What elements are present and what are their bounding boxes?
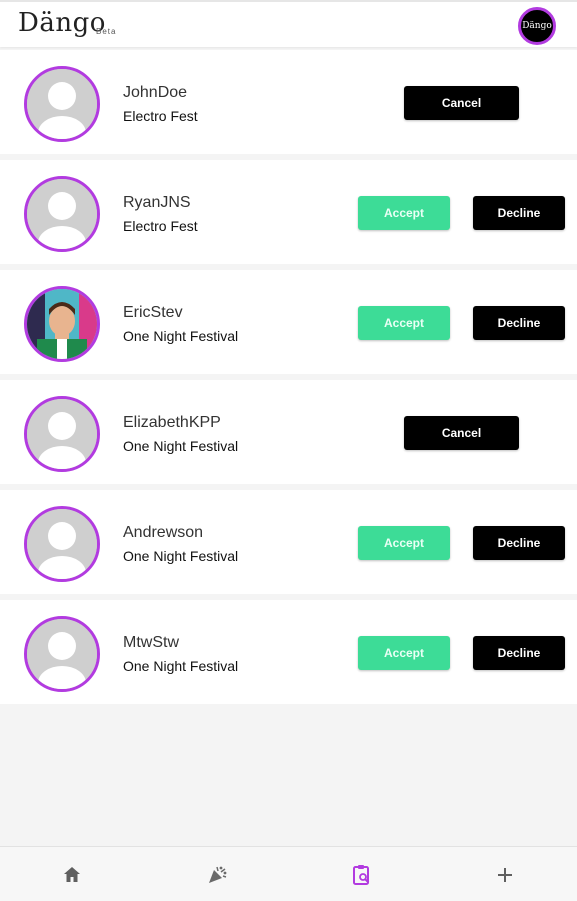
event-name: One Night Festival [123, 328, 239, 344]
request-list: JohnDoe Electro Fest Cancel RyanJNS Elec… [0, 50, 577, 704]
decline-button[interactable]: Decline [473, 636, 565, 670]
request-row: ElizabethKPP One Night Festival Cancel [0, 380, 577, 484]
username: JohnDoe [123, 84, 188, 101]
default-avatar-icon[interactable] [24, 506, 100, 582]
profile-avatar-text: Dängo [522, 21, 552, 31]
username: ElizabethKPP [123, 414, 221, 431]
request-row: Andrewson One Night Festival Accept Decl… [0, 490, 577, 594]
request-row: RyanJNS Electro Fest Accept Decline [0, 160, 577, 264]
event-name: One Night Festival [123, 658, 239, 674]
event-name: Electro Fest [123, 218, 198, 234]
clipboard-search-icon[interactable] [348, 861, 376, 889]
event-name: One Night Festival [123, 438, 239, 454]
username: MtwStw [123, 634, 179, 651]
event-name: One Night Festival [123, 548, 239, 564]
profile-photo[interactable] [24, 286, 100, 362]
decline-button[interactable]: Decline [473, 526, 565, 560]
default-avatar-icon[interactable] [24, 616, 100, 692]
cancel-button[interactable]: Cancel [404, 416, 519, 450]
default-avatar-icon[interactable] [24, 396, 100, 472]
request-row: EricStev One Night Festival Accept Decli… [0, 270, 577, 374]
username: EricStev [123, 304, 183, 321]
request-row: MtwStw One Night Festival Accept Decline [0, 600, 577, 704]
plus-icon[interactable] [491, 861, 519, 889]
event-name: Electro Fest [123, 108, 198, 124]
bottom-navigation [0, 846, 577, 901]
cancel-button[interactable]: Cancel [404, 86, 519, 120]
decline-button[interactable]: Decline [473, 196, 565, 230]
accept-button[interactable]: Accept [358, 526, 450, 560]
request-row: JohnDoe Electro Fest Cancel [0, 50, 577, 154]
decline-button[interactable]: Decline [473, 306, 565, 340]
app-logo[interactable]: Dängo [18, 8, 106, 38]
username: RyanJNS [123, 194, 191, 211]
username: Andrewson [123, 524, 204, 541]
home-icon[interactable] [58, 861, 86, 889]
accept-button[interactable]: Accept [358, 636, 450, 670]
profile-avatar-button[interactable]: Dängo [518, 7, 556, 45]
app-header: Dängo Beta Dängo [0, 0, 577, 47]
party-popper-icon[interactable] [203, 861, 231, 889]
accept-button[interactable]: Accept [358, 306, 450, 340]
accept-button[interactable]: Accept [358, 196, 450, 230]
beta-label: Beta [96, 27, 117, 36]
default-avatar-icon[interactable] [24, 66, 100, 142]
default-avatar-icon[interactable] [24, 176, 100, 252]
